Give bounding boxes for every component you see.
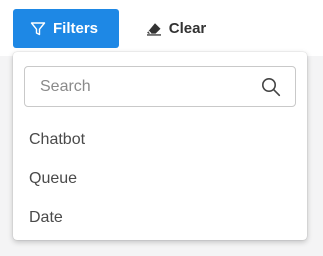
search-icon[interactable] — [260, 76, 282, 98]
clear-label: Clear — [168, 20, 207, 37]
toolbar: Filters Clear — [0, 0, 323, 56]
filter-option-queue[interactable]: Queue — [29, 168, 77, 190]
filter-funnel-icon — [30, 21, 46, 37]
filter-option-chatbot[interactable]: Chatbot — [29, 129, 85, 151]
filter-option-date[interactable]: Date — [29, 207, 63, 229]
filters-button[interactable]: Filters — [13, 9, 119, 48]
filters-label: Filters — [52, 20, 98, 37]
filters-dropdown: Chatbot Queue Date — [13, 52, 307, 240]
search-input[interactable] — [25, 67, 260, 106]
eraser-icon — [146, 22, 162, 36]
search-field — [24, 66, 296, 107]
clear-button[interactable]: Clear — [140, 9, 212, 48]
